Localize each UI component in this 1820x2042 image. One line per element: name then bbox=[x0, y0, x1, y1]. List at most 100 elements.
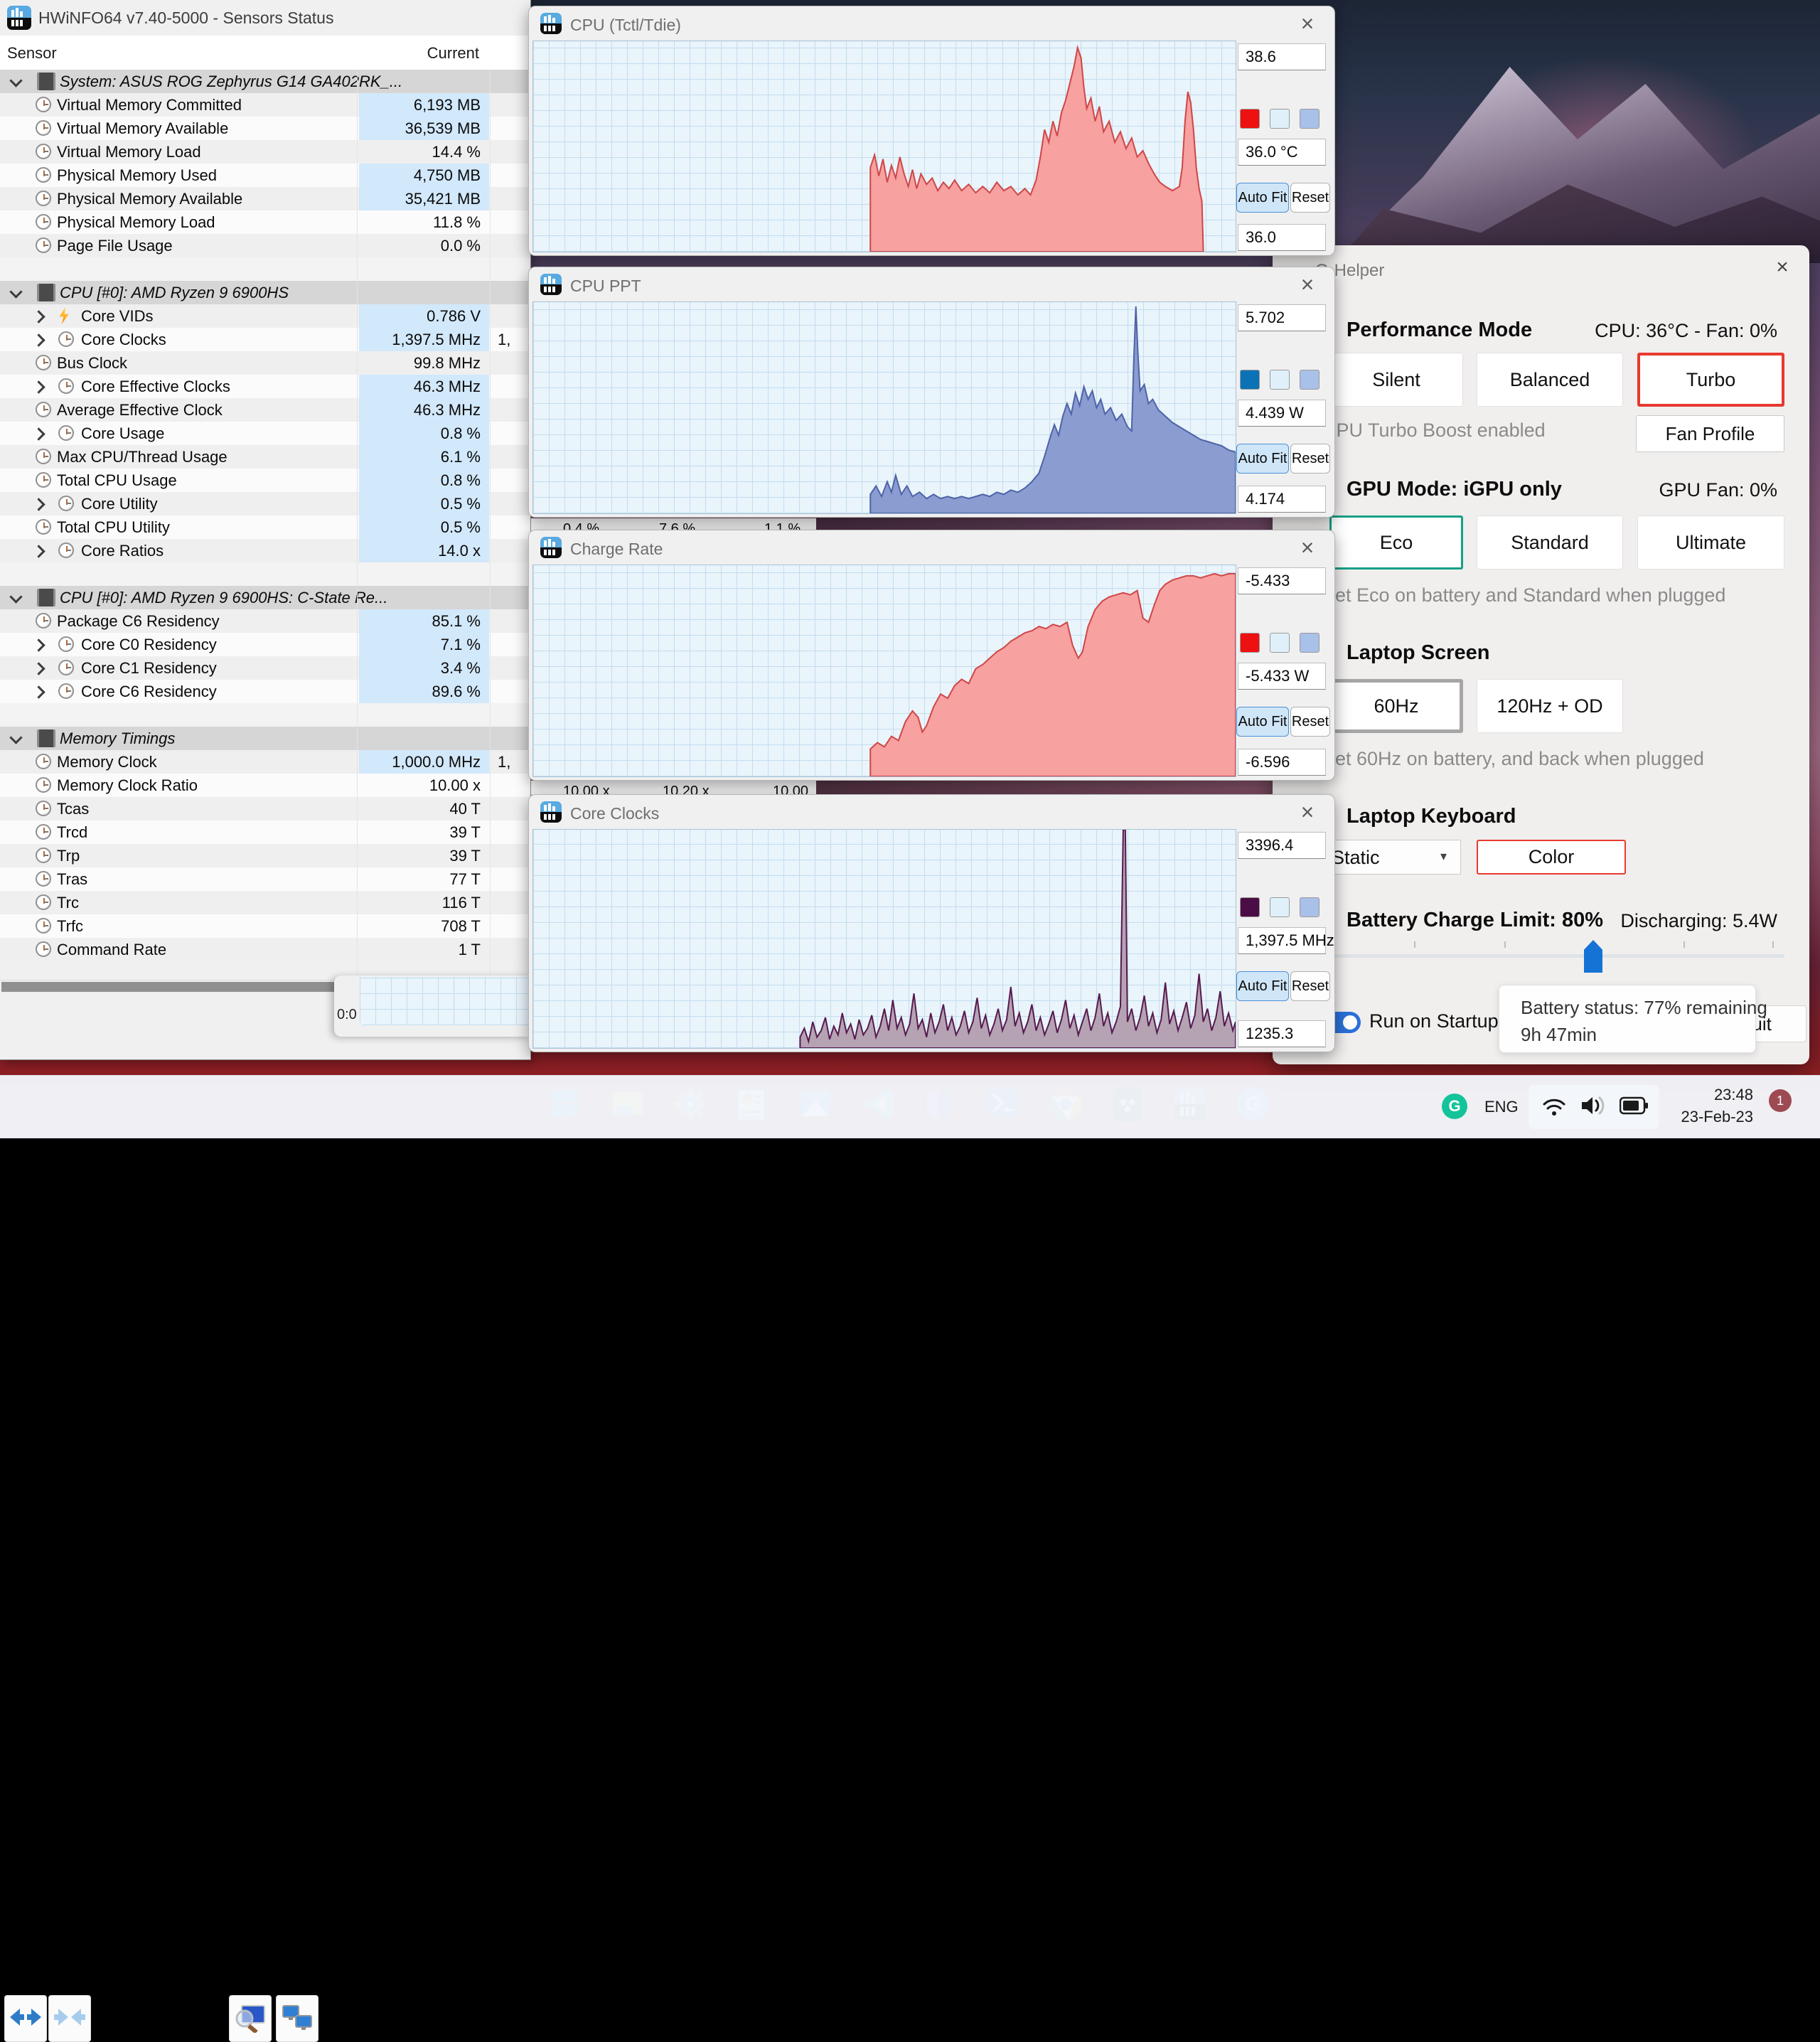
close-icon[interactable]: × bbox=[1293, 799, 1322, 825]
volume-icon[interactable] bbox=[1580, 1094, 1607, 1118]
collapse-columns-button[interactable] bbox=[48, 1995, 91, 2042]
close-icon[interactable]: × bbox=[1293, 11, 1322, 37]
column-current[interactable]: Current bbox=[427, 44, 479, 63]
chevron-down-icon[interactable] bbox=[9, 285, 23, 299]
autofit-button[interactable]: Auto Fit bbox=[1236, 444, 1289, 474]
sensor-row[interactable]: Virtual Memory Committed 6,193 MB bbox=[0, 93, 530, 117]
grid-color-swatch[interactable] bbox=[1300, 633, 1320, 653]
hwinfo-titlebar[interactable]: HWiNFO64 v7.40-5000 - Sensors Status bbox=[0, 0, 530, 36]
sensor-row[interactable]: Core VIDs 0.786 V bbox=[0, 304, 530, 328]
sensor-row[interactable]: Tcas 40 T bbox=[0, 797, 530, 820]
grid-color-swatch[interactable] bbox=[1300, 897, 1320, 917]
sensor-row[interactable]: Tras 77 T bbox=[0, 867, 530, 891]
sensor-row[interactable]: Command Rate 1 T bbox=[0, 938, 530, 961]
sensor-group-row[interactable]: CPU [#0]: AMD Ryzen 9 6900HS: C-State Re… bbox=[0, 586, 530, 609]
reset-button[interactable]: Reset bbox=[1290, 444, 1330, 474]
background-color-swatch[interactable] bbox=[1270, 109, 1290, 129]
series-color-swatch[interactable] bbox=[1240, 897, 1260, 917]
hwinfo-hscrollbar-thumb[interactable] bbox=[1, 982, 344, 992]
sensor-row[interactable]: Core Usage 0.8 % bbox=[0, 422, 530, 445]
chevron-right-icon[interactable] bbox=[32, 545, 46, 558]
perf-turbo-button[interactable]: Turbo bbox=[1637, 353, 1784, 407]
autofit-button[interactable]: Auto Fit bbox=[1236, 707, 1289, 737]
column-sensor[interactable]: Sensor bbox=[7, 44, 57, 63]
sensor-row[interactable]: Core Clocks 1,397.5 MHz 1, bbox=[0, 328, 530, 351]
sensor-row[interactable]: Trcd 39 T bbox=[0, 820, 530, 844]
sensor-row[interactable]: Memory Clock Ratio 10.00 x bbox=[0, 774, 530, 797]
chevron-down-icon[interactable] bbox=[9, 74, 23, 87]
sensor-row[interactable]: Physical Memory Available 35,421 MB bbox=[0, 187, 530, 210]
sensor-row[interactable]: Trp 39 T bbox=[0, 844, 530, 867]
sensor-row[interactable]: Average Effective Clock 46.3 MHz bbox=[0, 398, 530, 422]
graph-plot-area[interactable] bbox=[532, 829, 1236, 1049]
background-color-swatch[interactable] bbox=[1270, 633, 1290, 653]
graph-min-value[interactable]: 1235.3 bbox=[1238, 1020, 1326, 1047]
notification-badge[interactable]: 1 bbox=[1769, 1089, 1792, 1112]
graph-current-value[interactable]: 1,397.5 MHz bbox=[1238, 927, 1334, 954]
perf-balanced-button[interactable]: Balanced bbox=[1477, 353, 1623, 407]
tray-clock[interactable]: 23:48 23-Feb-23 bbox=[1664, 1084, 1753, 1129]
graph-plot-area[interactable] bbox=[532, 301, 1236, 514]
close-icon[interactable]: × bbox=[1293, 272, 1322, 298]
tray-language[interactable]: ENG bbox=[1484, 1098, 1519, 1116]
graph-max-value[interactable]: 3396.4 bbox=[1238, 832, 1326, 859]
remote-monitors-button[interactable] bbox=[276, 1995, 318, 2042]
screen-60hz-button[interactable]: 60Hz bbox=[1329, 679, 1463, 733]
chevron-right-icon[interactable] bbox=[32, 498, 46, 511]
reset-button[interactable]: Reset bbox=[1290, 971, 1330, 1001]
sensor-row[interactable]: Trc 116 T bbox=[0, 891, 530, 914]
series-color-swatch[interactable] bbox=[1240, 370, 1260, 390]
sensor-group-row[interactable]: CPU [#0]: AMD Ryzen 9 6900HS bbox=[0, 281, 530, 304]
sensor-row[interactable]: Total CPU Utility 0.5 % bbox=[0, 515, 530, 539]
reset-button[interactable]: Reset bbox=[1290, 707, 1330, 737]
sensor-row[interactable]: Physical Memory Used 4,750 MB bbox=[0, 164, 530, 187]
graph-current-value[interactable]: 36.0 °C bbox=[1238, 139, 1326, 166]
graph-max-value[interactable]: 5.702 bbox=[1238, 304, 1326, 331]
sensor-row[interactable]: Core C0 Residency 7.1 % bbox=[0, 633, 530, 656]
sensor-row[interactable]: Core Ratios 14.0 x bbox=[0, 539, 530, 562]
graph-plot-area[interactable] bbox=[532, 565, 1236, 777]
chevron-down-icon[interactable] bbox=[9, 590, 23, 604]
autofit-button[interactable]: Auto Fit bbox=[1236, 971, 1289, 1001]
keyboard-color-button[interactable]: Color bbox=[1477, 840, 1626, 875]
grid-color-swatch[interactable] bbox=[1300, 109, 1320, 129]
chevron-right-icon[interactable] bbox=[32, 685, 46, 699]
perf-silent-button[interactable]: Silent bbox=[1329, 353, 1463, 407]
chevron-right-icon[interactable] bbox=[32, 638, 46, 652]
battery-limit-slider-thumb[interactable] bbox=[1584, 940, 1602, 973]
sensor-row[interactable]: Trfc 708 T bbox=[0, 914, 530, 938]
sensor-row[interactable]: Core C6 Residency 89.6 % bbox=[0, 680, 530, 703]
screen-inspect-button[interactable] bbox=[229, 1995, 272, 2042]
chevron-right-icon[interactable] bbox=[32, 333, 46, 347]
background-color-swatch[interactable] bbox=[1270, 897, 1290, 917]
graph-max-value[interactable]: 38.6 bbox=[1238, 43, 1326, 70]
sensor-row[interactable]: Page File Usage 0.0 % bbox=[0, 234, 530, 257]
sensor-row[interactable]: Package C6 Residency 85.1 % bbox=[0, 609, 530, 633]
gpu-eco-button[interactable]: Eco bbox=[1329, 515, 1463, 570]
sensor-row[interactable]: Core Utility 0.5 % bbox=[0, 492, 530, 515]
sensor-group-row[interactable]: Memory Timings bbox=[0, 727, 530, 750]
battery-icon[interactable] bbox=[1620, 1096, 1648, 1115]
sensor-row[interactable]: Physical Memory Load 11.8 % bbox=[0, 210, 530, 234]
graph-min-value[interactable]: 4.174 bbox=[1238, 486, 1326, 513]
wifi-icon[interactable] bbox=[1541, 1095, 1567, 1118]
sensor-row[interactable]: Virtual Memory Load 14.4 % bbox=[0, 140, 530, 164]
sensor-row[interactable]: Bus Clock 99.8 MHz bbox=[0, 351, 530, 375]
sensor-row[interactable]: Max CPU/Thread Usage 6.1 % bbox=[0, 445, 530, 469]
sensor-row[interactable]: Memory Clock 1,000.0 MHz 1, bbox=[0, 750, 530, 774]
sensor-row[interactable]: Core Effective Clocks 46.3 MHz bbox=[0, 375, 530, 398]
chevron-right-icon[interactable] bbox=[32, 662, 46, 675]
sensor-row[interactable]: Core C1 Residency 3.4 % bbox=[0, 656, 530, 680]
sensor-row[interactable]: Total CPU Usage 0.8 % bbox=[0, 469, 530, 492]
grid-color-swatch[interactable] bbox=[1300, 370, 1320, 390]
graph-min-value[interactable]: -6.596 bbox=[1238, 749, 1326, 776]
battery-limit-slider[interactable] bbox=[1322, 954, 1784, 958]
close-icon[interactable]: × bbox=[1293, 535, 1322, 561]
sensor-group-row[interactable]: System: ASUS ROG Zephyrus G14 GA402RK_..… bbox=[0, 70, 530, 93]
chevron-right-icon[interactable] bbox=[32, 310, 46, 324]
background-color-swatch[interactable] bbox=[1270, 370, 1290, 390]
graph-plot-area[interactable] bbox=[532, 41, 1236, 252]
sensor-row[interactable]: Virtual Memory Available 36,539 MB bbox=[0, 117, 530, 140]
series-color-swatch[interactable] bbox=[1240, 109, 1260, 129]
chevron-down-icon[interactable] bbox=[9, 731, 23, 744]
